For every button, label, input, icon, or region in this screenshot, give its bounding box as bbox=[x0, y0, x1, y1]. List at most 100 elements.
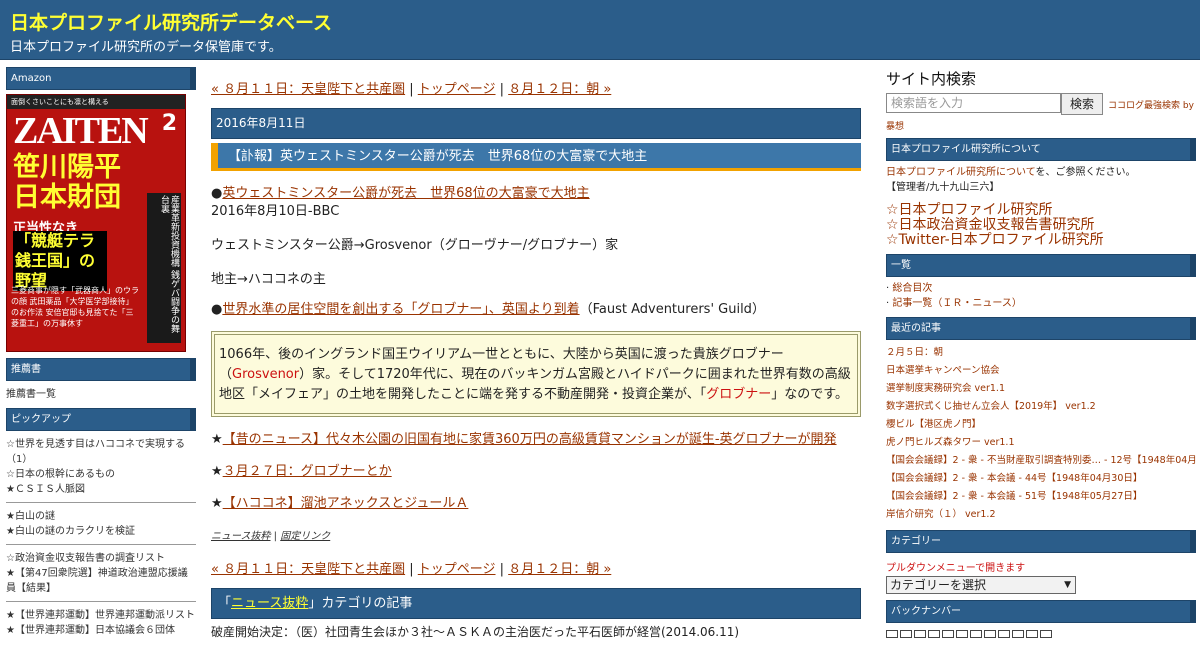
next-post-link[interactable]: ８月１２日：朝 » bbox=[508, 562, 611, 577]
prev-post-link[interactable]: « ８月１１日：天皇陛下と共産圏 bbox=[211, 82, 405, 97]
pickup-group: ☆政治資金収支報告書の調査リスト ★【第47回衆院選】神道政治連盟応援議員【結果】 bbox=[6, 551, 196, 602]
permalink[interactable]: 固定リンク bbox=[280, 531, 330, 542]
pickup-item[interactable]: ★白山の謎 bbox=[6, 509, 196, 524]
pickup-item[interactable]: ★【世界連邦運動】日本協議会６団体 bbox=[6, 623, 196, 638]
top-page-link[interactable]: トップページ bbox=[418, 562, 496, 577]
index-link[interactable]: 総合目次 bbox=[892, 283, 932, 294]
category-select-value: カテゴリーを選択 bbox=[890, 578, 987, 592]
featured-link[interactable]: ☆日本プロファイル研究所 bbox=[886, 202, 1053, 218]
pickup-item[interactable]: ☆日本の根幹にあるもの bbox=[6, 467, 196, 482]
post-nav-bottom: « ８月１１日：天皇陛下と共産圏 | トップページ | ８月１２日：朝 » bbox=[211, 558, 861, 580]
recent-post-link[interactable]: 櫻ビル【港区虎ノ門】 bbox=[886, 416, 1196, 434]
search-input[interactable]: 検索語を入力 bbox=[886, 93, 1061, 113]
pickup-item[interactable]: ★ＣＳＩＳ人脈図 bbox=[6, 482, 196, 497]
book-bottom-text: 三菱商事が隠す「武器商人」のウラの顔 武田薬品「大学医学部接待」のお作法 安倍官… bbox=[11, 286, 139, 328]
search-button[interactable]: 検索 bbox=[1061, 93, 1103, 115]
book-title-line1: 笹川陽平 bbox=[13, 152, 121, 183]
book-issue: 2 bbox=[161, 111, 177, 136]
recent-post-link[interactable]: 日本選挙キャンペーン協会 bbox=[886, 362, 1196, 380]
date-header: 2016年8月11日 bbox=[211, 108, 861, 139]
site-description: 日本プロファイル研究所のデータ保管庫です。 bbox=[10, 40, 282, 55]
pickup-item[interactable]: ☆世界を見透す目はハココネで実現する（1） bbox=[6, 437, 196, 467]
category-articles-link[interactable]: ニュース抜粋 bbox=[231, 596, 308, 611]
recent-post-link[interactable]: 岸信介研究（１） ver1.2 bbox=[886, 506, 1196, 524]
calendar-cell[interactable] bbox=[970, 630, 982, 638]
category-select[interactable]: カテゴリーを選択 ▼ bbox=[886, 576, 1076, 594]
pickup-group: ☆世界を見透す目はハココネで実現する（1） ☆日本の根幹にあるもの ★ＣＳＩＳ人脈図 bbox=[6, 437, 196, 503]
featured-links: ☆日本プロファイル研究所 ☆日本政治資金収支報告書研究所 ☆Twitter-日本プロ… bbox=[886, 203, 1196, 248]
search-credit[interactable]: ココログ最強検索 by bbox=[1108, 98, 1194, 111]
recent-post-link[interactable]: 【国会会議録】2 - 衆 - 本会議 - 51号【1948年05月27日】 bbox=[886, 488, 1196, 506]
backnumber-calendar bbox=[886, 627, 1196, 638]
site-title[interactable]: 日本プロファイル研究所データベース bbox=[10, 8, 332, 35]
book-title-line2: 日本財団 bbox=[13, 182, 121, 213]
top-page-link[interactable]: トップページ bbox=[418, 82, 496, 97]
star-icon: ★ bbox=[211, 464, 223, 479]
about-suffix: を、ご参照ください。 bbox=[1035, 167, 1136, 178]
list-heading: 一覧 bbox=[886, 254, 1196, 277]
category-articles-header: 「ニュース抜粋」カテゴリの記事 bbox=[211, 588, 861, 619]
category-article-item[interactable]: 破産開始決定：（医）社団青生会ほか３社～ＡＳＫＡの主治医だった平石医師が経営(2… bbox=[211, 623, 861, 640]
search-credit-author[interactable]: 暴想 bbox=[886, 119, 1196, 132]
calendar-cell[interactable] bbox=[998, 630, 1010, 638]
pickup-item[interactable]: ★【世界連邦運動】世界連邦運動派リスト bbox=[6, 608, 196, 623]
category-articles-suffix: 」カテゴリの記事 bbox=[308, 596, 413, 611]
calendar-cell[interactable] bbox=[928, 630, 940, 638]
post-body: ●英ウェストミンスター公爵が死去 世界68位の大富豪で大地主 2016年8月10… bbox=[211, 185, 861, 542]
amazon-heading: Amazon bbox=[6, 67, 196, 90]
recent-heading: 最近の記事 bbox=[886, 317, 1196, 340]
featured-link[interactable]: ☆Twitter-日本プロファイル研究所 bbox=[886, 232, 1104, 248]
quote-highlight: Grosvenor bbox=[232, 367, 300, 382]
foot-separator: | bbox=[270, 531, 281, 542]
pickup-item[interactable]: ☆政治資金収支報告書の調査リスト bbox=[6, 551, 196, 566]
category-link[interactable]: ニュース抜粋 bbox=[211, 531, 271, 542]
related-link[interactable]: 【ハココネ】溜池アネックスとジュールＡ bbox=[223, 496, 469, 511]
calendar-cell[interactable] bbox=[886, 630, 898, 638]
recommend-list: 推薦書一覧 bbox=[6, 387, 196, 402]
related-link[interactable]: 【昔のニュース】代々木公園の旧国有地に家賃360万円の高級賃貸マンションが誕生-… bbox=[223, 432, 837, 447]
post-footer: ニュース抜粋 | 固定リンク bbox=[211, 527, 861, 542]
recommend-heading: 推薦書 bbox=[6, 358, 196, 381]
recent-post-link[interactable]: 虎ノ門ヒルズ森タワー ver1.1 bbox=[886, 434, 1196, 452]
source-name: （Faust Adventurers' Guild） bbox=[579, 302, 765, 317]
recommend-link[interactable]: 推薦書一覧 bbox=[6, 389, 56, 400]
calendar-cell[interactable] bbox=[1026, 630, 1038, 638]
recent-post-link[interactable]: 選挙制度実務研究会 ver1.1 bbox=[886, 380, 1196, 398]
recent-post-link[interactable]: ２月５日：朝 bbox=[886, 344, 1196, 362]
next-post-link[interactable]: ８月１２日：朝 » bbox=[508, 82, 611, 97]
related-link[interactable]: ３月２７日：グロブナーとか bbox=[223, 464, 392, 479]
recent-post-link[interactable]: 【国会会議録】2 - 衆 - 不当財産取引調査特別委… - 12号【1948年0… bbox=[886, 452, 1196, 470]
star-icon: ★ bbox=[211, 432, 223, 447]
calendar-cell[interactable] bbox=[942, 630, 954, 638]
about-link[interactable]: 日本プロファイル研究所について bbox=[886, 167, 1036, 178]
paragraph-landlord: 地主→ハココネの主 bbox=[211, 272, 326, 287]
calendar-cell[interactable] bbox=[1012, 630, 1024, 638]
calendar-cell[interactable] bbox=[956, 630, 968, 638]
pickup-list: ☆世界を見透す目はハココネで実現する（1） ☆日本の根幹にあるもの ★ＣＳＩＳ人脈図… bbox=[6, 437, 196, 643]
nav-separator: | bbox=[499, 82, 505, 97]
search-title: サイト内検索 bbox=[886, 70, 977, 88]
featured-link-row: ☆日本政治資金収支報告書研究所 bbox=[886, 218, 1196, 233]
featured-link[interactable]: ☆日本政治資金収支報告書研究所 bbox=[886, 217, 1095, 233]
quote-box: 1066年、後のイングランド国王ウイリアム一世とともに、大陸から英国に渡った貴族… bbox=[211, 331, 861, 417]
source-link-bbc[interactable]: 英ウェストミンスター公爵が死去 世界68位の大富豪で大地主 bbox=[222, 186, 589, 201]
main-content: « ８月１１日：天皇陛下と共産圏 | トップページ | ８月１２日：朝 » 20… bbox=[211, 78, 861, 640]
index-list-item: · 総合目次 bbox=[886, 281, 1196, 296]
pickup-item[interactable]: ★【第47回衆院選】神道政治連盟応援議員【結果】 bbox=[6, 566, 196, 596]
calendar-cell[interactable] bbox=[984, 630, 996, 638]
book-side-text: 産業革新投資機構 銭ゲバ闘争の舞台裏 bbox=[147, 193, 181, 343]
calendar-cell[interactable] bbox=[1040, 630, 1052, 638]
calendar-cell[interactable] bbox=[914, 630, 926, 638]
book-title: 笹川陽平 日本財団 bbox=[13, 153, 121, 213]
prev-post-link[interactable]: « ８月１１日：天皇陛下と共産圏 bbox=[211, 562, 405, 577]
pickup-heading: ピックアップ bbox=[6, 408, 196, 431]
recent-post-link[interactable]: 数字選択式くじ抽せん立会人【2019年】 ver1.2 bbox=[886, 398, 1196, 416]
about-text: 日本プロファイル研究所についてを、ご参照ください。 【管理者/九十九山三六】 bbox=[886, 165, 1196, 195]
index-link[interactable]: 記事一覧（ＩＲ・ニュース） bbox=[892, 298, 1022, 309]
recent-post-link[interactable]: 【国会会議録】2 - 衆 - 本会議 - 44号【1948年04月30日】 bbox=[886, 470, 1196, 488]
post-nav-top: « ８月１１日：天皇陛下と共産圏 | トップページ | ８月１２日：朝 » bbox=[211, 78, 861, 100]
pickup-item[interactable]: ★白山の謎のカラクリを検証 bbox=[6, 524, 196, 539]
calendar-cell[interactable] bbox=[900, 630, 912, 638]
book-cover[interactable]: 面倒くさいことにも凛と構える ZAITEN 2 笹川陽平 日本財団 正当性なき … bbox=[6, 94, 186, 352]
source-link-faust[interactable]: 世界水準の居住空間を創出する「グロブナー」、英国より到着 bbox=[222, 302, 579, 317]
